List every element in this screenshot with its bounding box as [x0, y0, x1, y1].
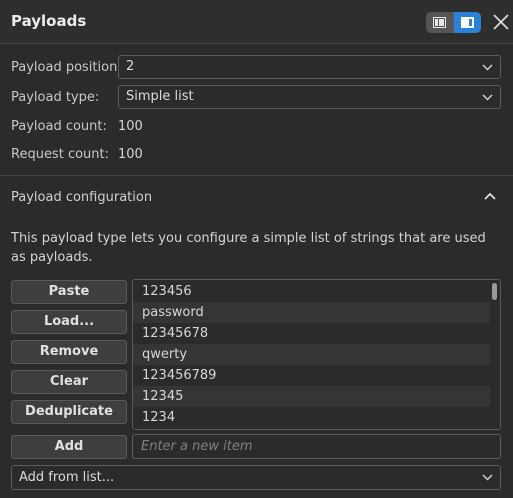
list-layout-icon[interactable] [426, 12, 453, 33]
payload-position-select[interactable]: 2 [118, 55, 501, 79]
payload-count-value: 100 [118, 119, 143, 134]
close-icon[interactable] [491, 11, 511, 33]
list-item[interactable]: 123456 [133, 281, 490, 302]
chevron-down-icon [482, 94, 493, 101]
payload-type-value: Simple list [126, 89, 194, 104]
section-divider [0, 175, 513, 176]
layout-toggle[interactable] [426, 12, 481, 33]
remove-button[interactable]: Remove [11, 340, 127, 364]
panel-layout-icon[interactable] [454, 12, 481, 33]
paste-button[interactable]: Paste [11, 280, 127, 304]
add-from-list-value: Add from list... [19, 470, 115, 485]
list-item[interactable]: qwerty [133, 344, 490, 365]
payload-type-select[interactable]: Simple list [118, 85, 501, 109]
request-count-value: 100 [118, 147, 143, 162]
list-item[interactable]: 12345 [133, 386, 490, 407]
list-scrollbar[interactable] [492, 283, 497, 300]
new-item-input[interactable]: Enter a new item [132, 434, 501, 459]
chevron-down-icon [482, 64, 493, 71]
chevron-down-icon [482, 474, 493, 481]
payload-configuration-title[interactable]: Payload configuration [11, 190, 152, 205]
payload-position-label: Payload position: [11, 60, 122, 75]
list-item[interactable]: 12345678 [133, 323, 490, 344]
list-item[interactable]: 123456789 [133, 365, 490, 386]
request-count-label: Request count: [11, 147, 109, 162]
payload-count-label: Payload count: [11, 119, 107, 134]
payload-position-value: 2 [126, 59, 135, 74]
add-button[interactable]: Add [11, 435, 127, 459]
deduplicate-button[interactable]: Deduplicate [11, 400, 127, 424]
list-item[interactable]: 1234 [133, 407, 490, 428]
payload-description: This payload type lets you configure a s… [11, 231, 486, 265]
panel-title: Payloads [11, 12, 87, 30]
clear-button[interactable]: Clear [11, 370, 127, 394]
load-button[interactable]: Load... [11, 310, 127, 334]
chevron-up-icon[interactable] [482, 188, 498, 204]
add-from-list-select[interactable]: Add from list... [11, 465, 501, 490]
payload-list[interactable]: 123456 password 12345678 qwerty 12345678… [132, 279, 501, 430]
list-item[interactable]: password [133, 302, 490, 323]
payload-type-label: Payload type: [11, 90, 100, 105]
